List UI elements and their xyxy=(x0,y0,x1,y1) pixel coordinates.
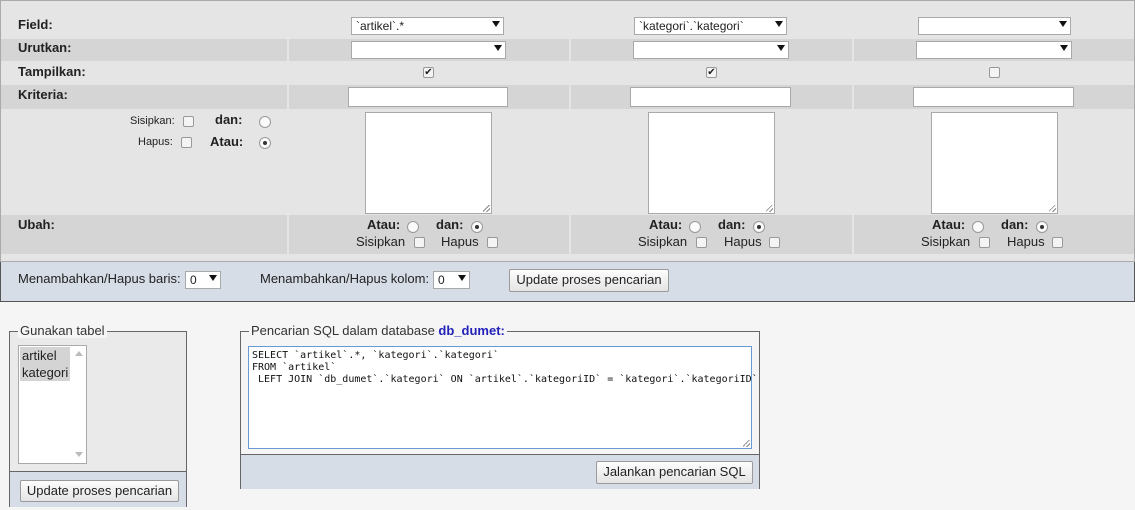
col2-or-radio[interactable] xyxy=(689,221,701,233)
list-item[interactable]: artikel xyxy=(20,347,70,364)
row-or-label: Atau: xyxy=(210,134,244,149)
sort-row: Urutkan: xyxy=(1,39,1134,61)
criteria-input-2[interactable] xyxy=(630,87,791,107)
col3-or-label: Atau: xyxy=(932,217,966,232)
field-select-3[interactable] xyxy=(918,17,1071,35)
row-delete-group: Hapus: xyxy=(138,136,192,148)
query-grid: Field: `artikel`.* `kategori`.`kategori`… xyxy=(0,0,1135,262)
chevron-down-icon xyxy=(494,45,502,51)
row-insert-checkbox[interactable] xyxy=(182,115,194,127)
col3-delete-checkbox[interactable] xyxy=(1052,237,1063,248)
col3-insert-checkbox[interactable] xyxy=(979,237,990,248)
criteria-input-1[interactable] xyxy=(348,87,508,107)
sql-line: FROM `artikel` xyxy=(252,362,337,373)
chevron-down-icon xyxy=(492,21,500,27)
chevron-down-icon xyxy=(1060,45,1068,51)
run-sql-button[interactable]: Jalankan pencarian SQL xyxy=(596,461,753,484)
rows-label: Menambahkan/Hapus baris: xyxy=(18,271,181,286)
col2-and-label: dan: xyxy=(718,217,746,232)
resize-grip-icon[interactable] xyxy=(483,205,490,212)
col2-or-label: Atau: xyxy=(649,217,683,232)
criteria-label: Kriteria: xyxy=(18,87,68,102)
col3-and-label: dan: xyxy=(1001,217,1029,232)
row-insert-label: Sisipkan: xyxy=(130,115,175,127)
sql-line: LEFT JOIN `db_dumet`.`kategori` ON `arti… xyxy=(252,374,758,385)
col1-delete-checkbox[interactable] xyxy=(487,237,498,248)
show-checkbox-2[interactable]: ✔ xyxy=(706,67,717,78)
sql-footer: Jalankan pencarian SQL xyxy=(241,454,759,489)
field-row: Field: `artikel`.* `kategori`.`kategori` xyxy=(1,15,1134,37)
chevron-down-icon xyxy=(777,45,785,51)
chevron-down-icon xyxy=(775,21,783,27)
scroll-up-icon[interactable] xyxy=(75,351,83,356)
col3-delete-label: Hapus xyxy=(1007,234,1045,249)
row-col-bar: Menambahkan/Hapus baris: 0 Menambahkan/H… xyxy=(0,262,1135,302)
col1-and-radio[interactable] xyxy=(471,221,483,233)
list-item[interactable]: kategori xyxy=(20,364,70,381)
col2-insert-checkbox[interactable] xyxy=(696,237,707,248)
chevron-down-icon xyxy=(209,275,217,281)
row-and-label: dan: xyxy=(215,112,243,127)
col1-insert-checkbox[interactable] xyxy=(414,237,425,248)
update-query-button[interactable]: Update proses pencarian xyxy=(509,269,669,292)
criteria-row: Kriteria: xyxy=(1,85,1134,109)
tables-listbox[interactable]: artikel kategori xyxy=(18,345,87,464)
col1-or-label: Atau: xyxy=(367,217,401,232)
col1-insert-label: Sisipkan xyxy=(356,234,406,249)
rows-select[interactable]: 0 xyxy=(185,271,221,289)
col3-and-radio[interactable] xyxy=(1036,221,1048,233)
change-row: Ubah: Atau: dan: Sisipkan Hapus Atau: da… xyxy=(1,215,1134,254)
col2-and-radio[interactable] xyxy=(753,221,765,233)
tables-footer: Update proses pencarian xyxy=(10,471,186,507)
sort-select-1[interactable] xyxy=(351,41,506,59)
row-or-radio[interactable] xyxy=(259,137,271,149)
field-label: Field: xyxy=(18,17,53,32)
row-delete-label: Hapus: xyxy=(138,136,173,148)
col3-insert-label: Sisipkan xyxy=(921,234,971,249)
sort-select-2[interactable] xyxy=(633,41,789,59)
sql-query-textarea[interactable]: SELECT `artikel`.*, `kategori`.`kategori… xyxy=(248,346,758,449)
database-name: db_dumet xyxy=(438,323,501,338)
change-label: Ubah: xyxy=(18,217,55,232)
criteria-extra-row: Sisipkan: dan: Hapus: Atau: xyxy=(1,109,1134,215)
sort-label: Urutkan: xyxy=(18,40,72,55)
chevron-down-icon xyxy=(1059,21,1067,27)
criteria-textarea-1[interactable] xyxy=(365,112,492,214)
cols-label: Menambahkan/Hapus kolom: xyxy=(260,271,430,286)
criteria-textarea-2[interactable] xyxy=(648,112,775,214)
col2-delete-checkbox[interactable] xyxy=(769,237,780,248)
sql-line: SELECT `artikel`.*, `kategori`.`kategori… xyxy=(252,350,499,361)
show-checkbox-3[interactable] xyxy=(989,67,1000,78)
scroll-down-icon[interactable] xyxy=(75,452,83,457)
sql-fieldset: Pencarian SQL dalam database db_dumet: S… xyxy=(240,323,760,489)
field-select-2[interactable]: `kategori`.`kategori` xyxy=(634,17,787,35)
criteria-input-3[interactable] xyxy=(913,87,1074,107)
row-insert-group: Sisipkan: xyxy=(130,115,194,127)
tables-fieldset: Gunakan tabel artikel kategori Update pr… xyxy=(9,323,187,507)
cols-select[interactable]: 0 xyxy=(433,271,470,289)
col2-delete-label: Hapus xyxy=(724,234,762,249)
col2-insert-label: Sisipkan xyxy=(638,234,688,249)
col1-delete-label: Hapus xyxy=(441,234,479,249)
resize-grip-icon[interactable] xyxy=(766,205,773,212)
sql-legend: Pencarian SQL dalam database db_dumet: xyxy=(249,323,507,338)
chevron-down-icon xyxy=(458,275,466,281)
row-and-radio[interactable] xyxy=(259,116,271,128)
sort-select-3[interactable] xyxy=(916,41,1072,59)
tables-legend: Gunakan tabel xyxy=(18,323,107,338)
col3-or-radio[interactable] xyxy=(972,221,984,233)
resize-grip-icon[interactable] xyxy=(1049,205,1056,212)
show-label: Tampilkan: xyxy=(18,64,86,79)
criteria-textarea-3[interactable] xyxy=(931,112,1058,214)
resize-grip-icon[interactable] xyxy=(743,440,750,447)
show-row: Tampilkan: ✔ ✔ xyxy=(1,62,1134,84)
col1-or-radio[interactable] xyxy=(407,221,419,233)
field-select-1[interactable]: `artikel`.* xyxy=(351,17,504,35)
col1-and-label: dan: xyxy=(436,217,464,232)
row-delete-checkbox[interactable] xyxy=(180,136,192,148)
listbox-scrollbar[interactable] xyxy=(71,346,86,463)
show-checkbox-1[interactable]: ✔ xyxy=(423,67,434,78)
update-tables-button[interactable]: Update proses pencarian xyxy=(20,480,179,502)
